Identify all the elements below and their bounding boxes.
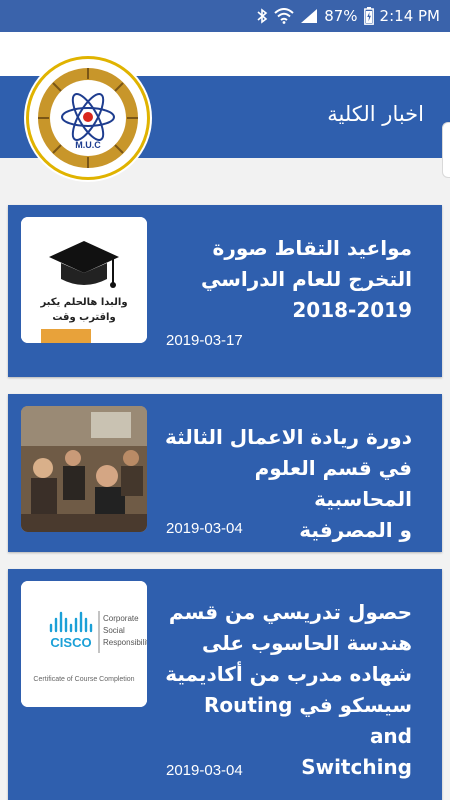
news-title-line: سيسكو في Routing and: [204, 693, 412, 748]
cisco-text-line: Responsibility: [103, 638, 147, 647]
thumbnail-caption-2: واقترب وقت: [52, 312, 115, 323]
thumbnail-caption-1: والبدا هالحلم يكبر: [39, 297, 127, 308]
news-title-line: في قسم العلوم المحاسبية: [254, 456, 412, 511]
news-title-line: 2018-2019: [292, 298, 412, 322]
news-card[interactable]: CISCO Corporate Social Responsibility Ce…: [8, 569, 442, 800]
news-date: 2019-03-04: [166, 520, 243, 537]
news-thumbnail: [21, 406, 147, 532]
news-title-line: شهاده مدرب من أكاديمية: [165, 662, 412, 686]
news-title-line: هندسة الحاسوب على: [202, 631, 412, 655]
status-icons: 87% 2:14 PM: [256, 0, 440, 32]
cisco-certificate-footer: Certificate of Course Completion: [33, 676, 134, 683]
news-title-line: التخرج للعام الدراسي: [200, 267, 412, 291]
cisco-certificate-icon: CISCO Corporate Social Responsibility Ce…: [21, 581, 147, 707]
news-card[interactable]: دورة ريادة الاعمال الثالثة في قسم العلوم…: [8, 394, 442, 552]
news-title-line: حصول تدريسي من قسم: [168, 600, 412, 624]
news-title-line: مواعيد التقاط صورة: [212, 236, 412, 260]
news-list[interactable]: والبدا هالحلم يكبر واقترب وقت مواعيد الت…: [8, 205, 442, 800]
clock-time: 2:14 PM: [379, 7, 440, 25]
cisco-text-line: Social: [103, 626, 125, 635]
news-date: 2019-03-04: [166, 762, 243, 779]
side-drawer-handle[interactable]: [442, 122, 450, 178]
bluetooth-icon: [257, 8, 268, 24]
signal-icon: [301, 9, 318, 23]
college-logo-emblem: M.U.C: [31, 61, 145, 175]
news-title-line: دورة ريادة الاعمال الثالثة: [164, 425, 412, 449]
cisco-text-line: Corporate: [103, 614, 139, 623]
news-title[interactable]: مواعيد التقاط صورة التخرج للعام الدراسي …: [162, 233, 412, 326]
news-date: 2019-03-17: [166, 332, 243, 349]
news-card[interactable]: والبدا هالحلم يكبر واقترب وقت مواعيد الت…: [8, 205, 442, 377]
news-thumbnail: والبدا هالحلم يكبر واقترب وقت: [21, 217, 147, 343]
battery-icon: [363, 7, 374, 25]
page-title: اخبار الكلية: [327, 102, 424, 126]
graduation-cap-icon: والبدا هالحلم يكبر واقترب وقت: [21, 217, 147, 343]
status-bar: 87% 2:14 PM: [0, 0, 450, 32]
classroom-photo-icon: [21, 406, 147, 532]
news-thumbnail: CISCO Corporate Social Responsibility Ce…: [21, 581, 147, 707]
wifi-icon: [274, 8, 294, 24]
news-title[interactable]: حصول تدريسي من قسم هندسة الحاسوب على شها…: [162, 597, 412, 783]
battery-percent: 87%: [324, 7, 358, 25]
logo-abbreviation: M.U.C: [75, 140, 101, 150]
cisco-brand-text: CISCO: [50, 635, 91, 650]
college-logo: M.U.C: [26, 56, 150, 180]
